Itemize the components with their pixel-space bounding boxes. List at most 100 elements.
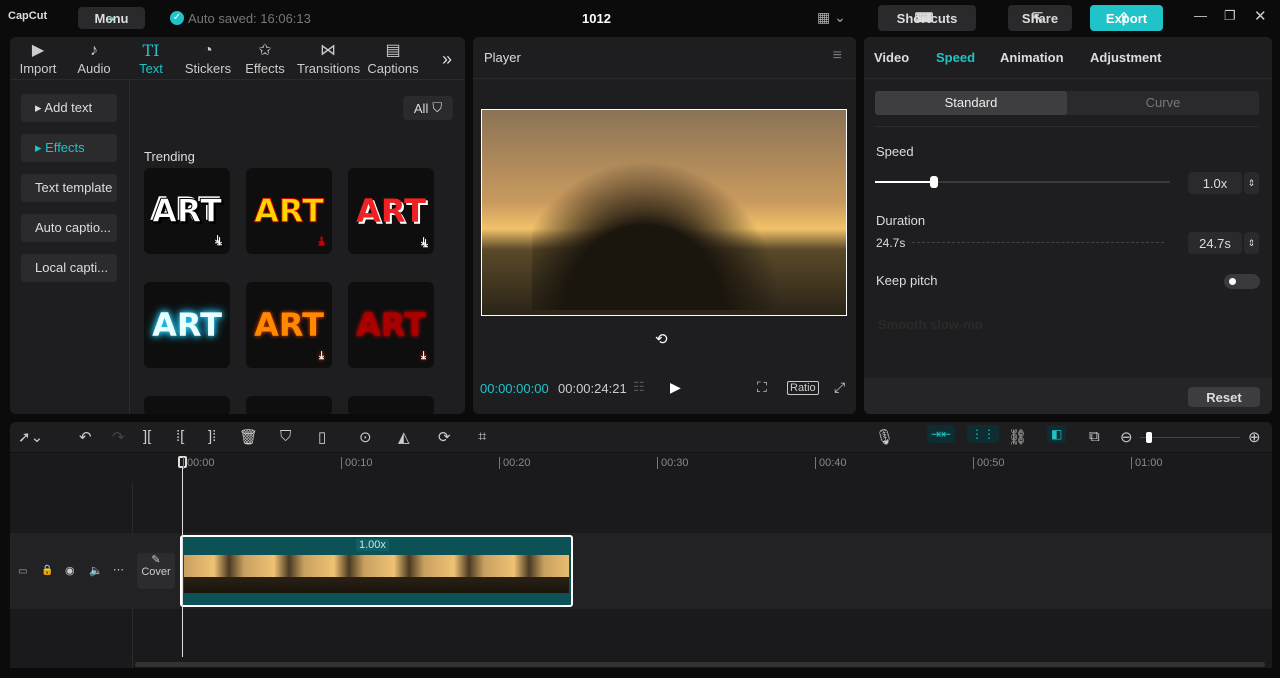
select-tool-icon[interactable]: ➚⌄ [18,428,43,446]
mirror-icon[interactable]: ◭ [398,428,410,446]
share-button[interactable]: ⇱ Share [1008,5,1072,31]
filter-label: All [413,100,429,116]
tab-import[interactable]: ▶ Import [10,41,66,76]
auto-snap-icon[interactable]: ⋮⋮ [967,425,999,443]
rotate-icon[interactable]: ⟲ [655,330,668,348]
main-track-magnet-icon[interactable]: ⇥⇤ [927,425,956,443]
sidebar-item-effects[interactable]: ▸ Effects [21,134,117,162]
section-title: Trending [144,149,195,164]
tab-video[interactable]: Video [874,50,909,65]
fit-timeline-icon[interactable]: ⧉ [1089,428,1100,445]
eye-icon[interactable]: ◉ [65,564,75,577]
menu-icon[interactable]: ≡ [833,47,842,65]
rotate-clip-icon[interactable]: ⟳ [438,428,451,446]
mode-curve[interactable]: Curve [1067,91,1259,115]
split-right-icon[interactable]: ]⁞ [208,428,216,445]
cover-button[interactable]: ✎ Cover [137,553,175,589]
video-preview[interactable] [481,109,847,316]
tab-audio[interactable]: ♪ Audio [66,41,122,76]
split-icon[interactable]: ][ [143,428,151,445]
fullscreen-icon[interactable]: ⤢ [834,379,845,396]
play-button[interactable]: ▶ [670,379,681,396]
tab-animation[interactable]: Animation [1000,50,1064,65]
crop-icon[interactable]: ⌗ [478,428,486,445]
link-icon[interactable]: ⛓ [1008,428,1027,446]
speed-stepper-icon[interactable]: ⇕ [1244,172,1259,194]
text-effect-item[interactable]: ART ⤓ [348,168,434,254]
speed-slider[interactable] [875,176,1170,188]
lock-icon[interactable]: 🔒 [41,565,53,576]
art-preview: ART [356,192,426,230]
horizontal-scrollbar[interactable] [135,662,1265,667]
minimize-button[interactable]: — [1194,8,1207,23]
tab-captions[interactable]: ▤ Captions [365,41,421,76]
zoom-slider[interactable] [1140,432,1240,443]
media-tabs: ▶ Import ♪ Audio TI Text ◔ Stickers ✩ Effects… [10,37,465,80]
keep-pitch-toggle[interactable] [1224,274,1260,289]
tab-adjustment[interactable]: Adjustment [1090,50,1162,65]
reverse-icon[interactable]: ⊙ [359,428,372,446]
ratio-button[interactable]: Ratio [787,381,819,395]
duration-stepper-icon[interactable]: ⇕ [1244,232,1259,254]
properties-panel: Video Speed Animation Adjustment Standar… [864,37,1272,414]
more-tabs-icon[interactable]: » [442,49,452,70]
text-effect-item[interactable] [144,396,230,414]
text-icon: TI [142,41,160,60]
tab-text[interactable]: TI Text [123,41,179,76]
duration-input[interactable]: 24.7s [1188,232,1242,254]
waveform-icon[interactable]: ☷ [633,379,645,395]
close-button[interactable]: ✕ [1254,7,1267,25]
text-effect-item[interactable]: ART ⤓ [246,168,332,254]
ruler-tick: 00:00 [183,457,215,469]
fit-icon[interactable]: ⛶ [757,379,767,396]
track-video-icon[interactable]: ▭ [18,566,27,577]
tab-effects[interactable]: ✩ Effects [237,41,293,76]
preview-axis-icon[interactable]: ◧ [1047,425,1067,443]
speed-input[interactable]: 1.0x [1188,172,1242,194]
zoom-in-icon[interactable]: ⊕ [1248,428,1261,446]
video-clip[interactable]: 1.00x [180,535,573,607]
layout-icon[interactable]: ▦ ⌄ [817,9,846,26]
menu-button[interactable]: Menu • ⌄ [78,7,145,29]
zoom-out-icon[interactable]: ⊖ [1120,428,1133,446]
microphone-icon[interactable]: 🎙 [875,428,894,446]
export-button[interactable]: ⇪ Export [1090,5,1163,31]
freeze-icon[interactable]: ▯ [318,428,326,446]
export-label: Export [1105,10,1148,26]
filter-button[interactable]: All ⛉ [403,96,453,120]
download-icon: ⤓ [421,235,426,248]
zoom-slider-handle[interactable] [1146,432,1152,443]
sidebar-item-local-captions[interactable]: Local capti... [21,254,117,282]
mode-standard[interactable]: Standard [875,91,1067,115]
split-left-icon[interactable]: ⁞[ [176,428,184,445]
text-effect-item[interactable]: ART ⤓ [144,168,230,254]
reset-button[interactable]: Reset [1188,387,1260,407]
audio-icon[interactable]: 🔈 [89,564,103,577]
speed-slider-handle[interactable] [930,176,938,188]
maximize-button[interactable]: ❐ [1224,8,1236,24]
tab-transitions[interactable]: ⋈ Transitions [297,41,360,76]
shortcuts-button[interactable]: ⌨ Shortcuts [878,5,976,31]
clip-ground [184,577,569,593]
marker-icon[interactable]: ⛉ [280,428,291,445]
delete-icon[interactable]: 🗑 [239,428,258,446]
sidebar-item-text-template[interactable]: Text template [21,174,117,202]
sidebar-item-add-text[interactable]: ▸ Add text [21,94,117,122]
timeline-toolbar [10,422,1272,453]
text-effect-item[interactable]: ART ⤓ [348,282,434,368]
playhead[interactable] [178,456,187,657]
panel-footer: Reset [864,378,1272,414]
text-effect-item[interactable]: ART [144,282,230,368]
text-effect-item[interactable] [348,396,434,414]
share-label: Share [1021,10,1059,26]
undo-icon[interactable]: ↶ [79,428,92,446]
text-effect-item[interactable]: ART ⤓ [246,282,332,368]
tab-stickers[interactable]: ◔ Stickers [180,41,236,76]
speed-label: Speed [876,144,914,159]
download-icon: ⤓ [217,235,222,248]
sidebar-item-auto-captions[interactable]: Auto captio... [21,214,117,242]
tab-speed[interactable]: Speed [936,50,975,65]
project-title: 1012 [582,11,611,26]
more-icon[interactable]: ⋯ [113,563,124,576]
text-effect-item[interactable] [246,396,332,414]
